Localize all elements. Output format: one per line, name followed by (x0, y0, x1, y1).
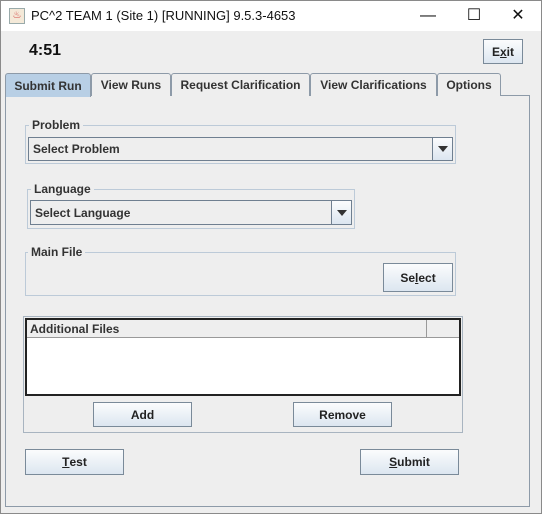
tab-view-runs[interactable]: View Runs (91, 73, 171, 96)
problem-select[interactable]: Select Problem (28, 137, 453, 161)
submit-button[interactable]: Submit (360, 449, 459, 475)
chevron-down-icon[interactable] (331, 201, 351, 224)
minimize-icon[interactable]: — (405, 1, 451, 31)
submit-mnemonic: S (389, 455, 398, 469)
submit-label: ubmit (397, 455, 430, 469)
remove-button[interactable]: Remove (293, 402, 392, 427)
select-file-button[interactable]: Se l ect (383, 263, 453, 292)
problem-value: Select Problem (33, 142, 120, 156)
language-select[interactable]: Select Language (30, 200, 352, 225)
tab-options[interactable]: Options (437, 73, 501, 96)
java-app-icon: ♨ (9, 8, 25, 24)
column-header-blank[interactable] (427, 320, 459, 338)
select-label: Se (400, 270, 415, 285)
tab-view-clarifications[interactable]: View Clarifications (310, 73, 437, 96)
chevron-down-icon[interactable] (432, 138, 452, 160)
main-file-legend: Main File (28, 245, 86, 259)
language-value: Select Language (35, 205, 131, 220)
test-button[interactable]: Test (25, 449, 124, 475)
tab-submit-run[interactable]: Submit Run (5, 73, 91, 97)
maximize-icon[interactable]: ☐ (451, 1, 497, 31)
time-remaining: 4:51 (29, 42, 62, 59)
language-legend: Language (31, 182, 94, 196)
window-title: PC^2 TEAM 1 (Site 1) [RUNNING] 9.5.3-465… (31, 8, 296, 23)
close-icon[interactable]: ✕ (495, 1, 541, 31)
exit-label: E (491, 44, 500, 59)
title-bar: ♨ PC^2 TEAM 1 (Site 1) [RUNNING] 9.5.3-4… (1, 1, 541, 31)
select-label: ect (418, 270, 436, 285)
test-label: est (69, 455, 87, 469)
problem-legend: Problem (29, 118, 84, 132)
additional-files-table[interactable]: Additional Files (25, 318, 461, 396)
exit-label: it (506, 44, 515, 59)
exit-button[interactable]: Ex it (483, 39, 523, 64)
column-header-additional-files[interactable]: Additional Files (27, 320, 427, 338)
test-mnemonic: T (62, 455, 70, 469)
exit-mnemonic: x (499, 44, 507, 59)
tab-request-clarification[interactable]: Request Clarification (171, 73, 310, 96)
add-button[interactable]: Add (93, 402, 192, 427)
